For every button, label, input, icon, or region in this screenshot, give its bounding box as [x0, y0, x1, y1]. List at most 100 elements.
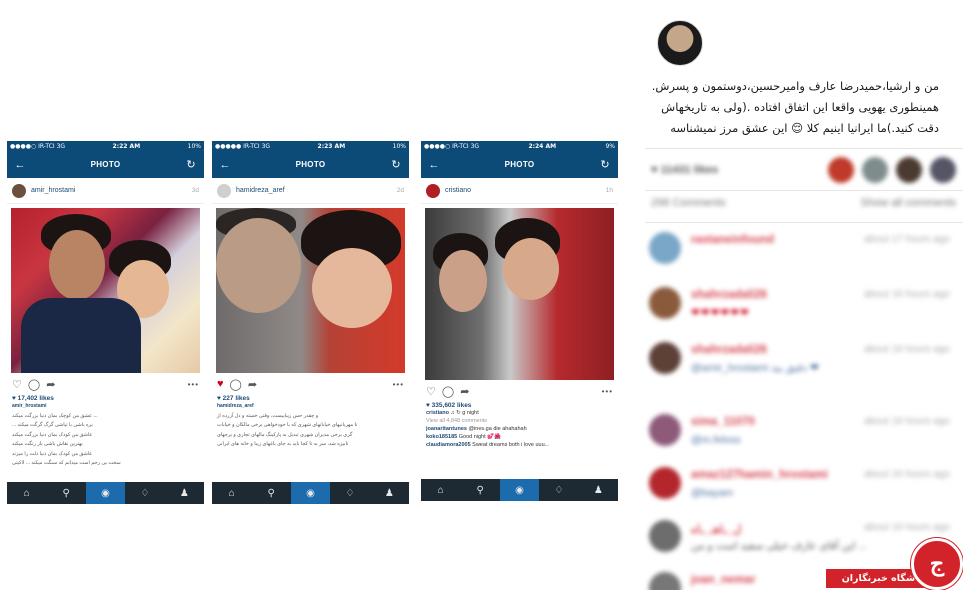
caption-author[interactable]: amir_hrostami — [7, 402, 204, 412]
comment-time: about 17 hours ago — [863, 234, 950, 245]
post-age: 1h — [605, 187, 613, 194]
bottom-tab-bar: ⌂ ⚲ ◉ ♢ ♟ — [421, 479, 618, 501]
avatar[interactable] — [12, 183, 26, 198]
comment-time: about 16 hours ago — [863, 522, 950, 533]
comment-text: ❤❤❤❤❤❤ — [691, 307, 750, 319]
comment-username[interactable]: rastaneinfound — [691, 234, 774, 246]
post-header: amir_hrostami 3d — [7, 178, 204, 204]
profile-icon[interactable]: ♟ — [165, 482, 204, 504]
avatar[interactable] — [217, 183, 231, 198]
caption-line: نا مهربانیهای خیابانهای شهری که با خودخو… — [217, 422, 358, 428]
likes-count[interactable]: ♥ 335,602 likes — [421, 402, 618, 409]
comment-username[interactable]: shahrzadali26 — [691, 344, 767, 356]
comment-item: shahrzadali26 about 16 hours ago @amir_h… — [649, 340, 954, 384]
username-link[interactable]: cristiano — [445, 187, 471, 194]
avatar[interactable] — [649, 342, 681, 374]
avatar[interactable] — [426, 183, 440, 198]
more-dots-icon[interactable]: ••• — [602, 387, 613, 396]
back-arrow-icon[interactable]: ← — [13, 159, 27, 171]
comment-user[interactable]: claudiamora2005 — [426, 442, 471, 448]
comment-icon[interactable]: ◯ — [442, 385, 454, 398]
avatar[interactable] — [649, 572, 681, 590]
liker-avatar[interactable] — [896, 157, 922, 183]
heart-icon[interactable]: ♡ — [426, 385, 436, 398]
search-icon[interactable]: ⚲ — [460, 479, 499, 501]
comment-username[interactable]: sima_11070 — [691, 416, 755, 428]
post-age: 2d — [396, 187, 404, 194]
comment-time: about 16 hours ago — [863, 289, 950, 300]
avatar[interactable] — [649, 520, 681, 552]
camera-icon[interactable]: ◉ — [85, 482, 126, 504]
post-photo[interactable] — [11, 208, 200, 373]
comment-username[interactable]: shahrzadali26 — [691, 289, 767, 301]
refresh-icon[interactable]: ↻ — [389, 158, 403, 171]
nav-bar: ← PHOTO ↻ — [212, 151, 409, 178]
caption-line: و چقدر حس زیباییست، وقتی خسته و دل آزرده… — [217, 412, 319, 419]
liker-avatar[interactable] — [862, 157, 888, 183]
search-icon[interactable]: ⚲ — [251, 482, 290, 504]
liker-avatar[interactable] — [930, 157, 956, 183]
share-icon[interactable]: ➦ — [248, 378, 257, 391]
profile-icon[interactable]: ♟ — [370, 482, 409, 504]
home-icon[interactable]: ⌂ — [7, 482, 46, 504]
refresh-icon[interactable]: ↻ — [184, 158, 198, 171]
profile-icon[interactable]: ♟ — [579, 479, 618, 501]
share-icon[interactable]: ➦ — [460, 385, 469, 398]
search-icon[interactable]: ⚲ — [46, 482, 85, 504]
activity-icon[interactable]: ♢ — [125, 482, 164, 504]
post-actions: ♡ ◯ ➦ ••• — [421, 380, 618, 402]
heart-icon[interactable]: ♡ — [12, 378, 22, 391]
comment-username[interactable]: joan_nemar — [691, 574, 756, 586]
likes-count[interactable]: ♥ 11431 likes — [651, 164, 718, 176]
activity-icon[interactable]: ♢ — [539, 479, 578, 501]
divider — [645, 190, 963, 191]
comment-item: rastaneinfound about 17 hours ago — [649, 230, 954, 274]
comment-username[interactable]: amaz127hamin_hrostami — [691, 469, 828, 481]
show-all-comments-link[interactable]: Show all comments — [861, 197, 956, 209]
heart-filled-icon[interactable]: ♥ — [217, 378, 224, 390]
caption-author[interactable]: hamidreza_aref — [212, 402, 409, 412]
home-icon[interactable]: ⌂ — [421, 479, 460, 501]
more-dots-icon[interactable]: ••• — [188, 380, 199, 389]
camera-icon[interactable]: ◉ — [290, 482, 331, 504]
comment-user[interactable]: koko185185 — [426, 434, 457, 440]
refresh-icon[interactable]: ↻ — [598, 158, 612, 171]
view-all-comments-link[interactable]: View all 4,848 comments — [421, 417, 618, 425]
more-dots-icon[interactable]: ••• — [393, 380, 404, 389]
post-photo[interactable] — [216, 208, 405, 373]
comment-user[interactable]: joanaritantunes — [426, 426, 467, 432]
post-caption: من و ارشیا،حمیدرضا عارف وامیرحسین،دوستمو… — [651, 79, 939, 135]
comment-icon[interactable]: ◯ — [28, 378, 40, 391]
likes-count[interactable]: ♥ 17,402 likes — [7, 395, 204, 402]
avatar[interactable] — [649, 414, 681, 446]
comment-text: @bayam — [691, 487, 734, 499]
comment-text: @m.feloss — [691, 434, 741, 446]
avatar[interactable] — [649, 232, 681, 264]
back-arrow-icon[interactable]: ← — [218, 159, 232, 171]
caption-line: سخت بی رحم است میدانم که سنگت میکند ... … — [12, 460, 121, 466]
caption-line: عاشق من کودک بمان دنیا دلت را میزند — [12, 450, 93, 457]
back-arrow-icon[interactable]: ← — [427, 159, 441, 171]
activity-icon[interactable]: ♢ — [330, 482, 369, 504]
caption-line: بره باشی با تیاشی گرگ گرگت میکند ... — [12, 422, 93, 428]
comment-text: @amir_hrostami دقیق بید ❤ — [691, 362, 819, 374]
username-link[interactable]: hamidreza_aref — [236, 187, 285, 194]
camera-icon[interactable]: ◉ — [499, 479, 540, 501]
comment-user[interactable]: cristiano — [426, 410, 449, 416]
comment-username[interactable]: ل_ـاهـ_ـاه — [691, 522, 741, 536]
post-actions: ♥ ◯ ➦ ••• — [212, 373, 409, 395]
share-icon[interactable]: ➦ — [46, 378, 55, 391]
likes-count[interactable]: ♥ 227 likes — [212, 395, 409, 402]
avatar[interactable] — [649, 467, 681, 499]
clock-text: 2:22 AM — [112, 142, 141, 150]
liker-avatar[interactable] — [828, 157, 854, 183]
home-icon[interactable]: ⌂ — [212, 482, 251, 504]
username-link[interactable]: amir_hrostami — [31, 187, 75, 194]
comment-time: about 16 hours ago — [863, 469, 950, 480]
comment-icon[interactable]: ◯ — [230, 378, 242, 391]
status-bar: ●●●●○ IR-TCI 3G 2:22 AM 10% — [7, 141, 204, 151]
avatar[interactable] — [649, 287, 681, 319]
poster-avatar[interactable] — [657, 20, 703, 66]
post-photo[interactable] — [425, 208, 614, 380]
comment-time: about 16 hours ago — [863, 344, 950, 355]
